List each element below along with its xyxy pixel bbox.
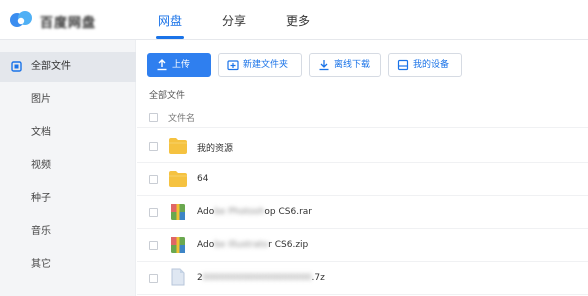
- top-bar: 百度网盘 网盘 分享 更多: [0, 0, 588, 40]
- all-files-icon: [11, 61, 22, 72]
- sidebar-item-label: 图片: [31, 94, 51, 105]
- file-name[interactable]: Adobe Illustrator CS6.zip: [197, 240, 308, 250]
- sidebar-item-videos[interactable]: 视频: [0, 151, 136, 181]
- row-checkbox[interactable]: [149, 241, 158, 250]
- sidebar-item-other[interactable]: 其它: [0, 250, 136, 280]
- sidebar-item-label: 其它: [31, 259, 51, 270]
- folder-icon: [169, 138, 187, 154]
- sidebar-item-label: 音乐: [31, 226, 51, 237]
- folder-icon: [169, 171, 187, 187]
- zip-archive-icon: [171, 237, 185, 253]
- offline-download-label: 离线下载: [334, 60, 371, 70]
- file-list-header: 文件名: [137, 106, 588, 128]
- sidebar-item-music[interactable]: 音乐: [0, 217, 136, 247]
- brand-name: 百度网盘: [40, 16, 97, 31]
- my-devices-button[interactable]: 我的设备: [388, 53, 462, 77]
- sidebar-item-label: 文档: [31, 127, 51, 138]
- new-folder-button[interactable]: 新建文件夹: [218, 53, 302, 77]
- cloud-logo-icon[interactable]: [8, 7, 34, 31]
- file-row[interactable]: Adobe Illustrator CS6.zip: [137, 229, 588, 262]
- row-checkbox[interactable]: [149, 142, 158, 151]
- tab-netdisk[interactable]: 网盘: [158, 12, 182, 29]
- file-row[interactable]: Adobe Photoshop CS6.rar: [137, 196, 588, 229]
- sidebar-item-all-files[interactable]: 全部文件: [0, 52, 136, 82]
- new-folder-label: 新建文件夹: [243, 60, 289, 70]
- device-icon: [397, 59, 409, 71]
- file-name[interactable]: 64: [197, 174, 208, 184]
- new-folder-icon: [227, 60, 239, 71]
- column-header-filename[interactable]: 文件名: [168, 111, 195, 124]
- file-name[interactable]: 20000000000000000000.7z: [197, 273, 325, 283]
- row-checkbox[interactable]: [149, 208, 158, 217]
- row-checkbox[interactable]: [149, 175, 158, 184]
- file-row[interactable]: 我的资源: [137, 130, 588, 163]
- sidebar: 全部文件 图片 文档 视频 种子 音乐 其它: [0, 40, 136, 296]
- sidebar-item-torrents[interactable]: 种子: [0, 184, 136, 214]
- file-panel: 上传 新建文件夹 离线下载 我的设备 全部文件 文件名 我的资源 64 Adob…: [137, 40, 588, 296]
- upload-label: 上传: [172, 60, 191, 70]
- breadcrumb: 全部文件: [149, 91, 186, 101]
- my-devices-label: 我的设备: [413, 60, 450, 70]
- file-row[interactable]: 20000000000000000000.7z: [137, 262, 588, 295]
- archive-file-icon: [171, 268, 185, 286]
- file-name[interactable]: Adobe Photoshop CS6.rar: [197, 207, 312, 217]
- sidebar-item-documents[interactable]: 文档: [0, 118, 136, 148]
- offline-download-button[interactable]: 离线下载: [309, 53, 381, 77]
- tab-share[interactable]: 分享: [222, 12, 246, 29]
- download-icon: [319, 60, 329, 71]
- tab-more[interactable]: 更多: [286, 12, 310, 29]
- upload-icon: [157, 59, 167, 71]
- file-row[interactable]: 64: [137, 163, 588, 196]
- rar-archive-icon: [171, 204, 185, 220]
- sidebar-item-images[interactable]: 图片: [0, 85, 136, 115]
- row-checkbox[interactable]: [149, 274, 158, 283]
- sidebar-item-label: 视频: [31, 160, 51, 171]
- upload-button[interactable]: 上传: [147, 53, 211, 77]
- active-tab-indicator: [156, 36, 184, 39]
- sidebar-item-label: 种子: [31, 193, 51, 204]
- file-name[interactable]: 我的资源: [197, 141, 233, 154]
- select-all-checkbox[interactable]: [149, 113, 158, 122]
- sidebar-item-label: 全部文件: [31, 61, 71, 72]
